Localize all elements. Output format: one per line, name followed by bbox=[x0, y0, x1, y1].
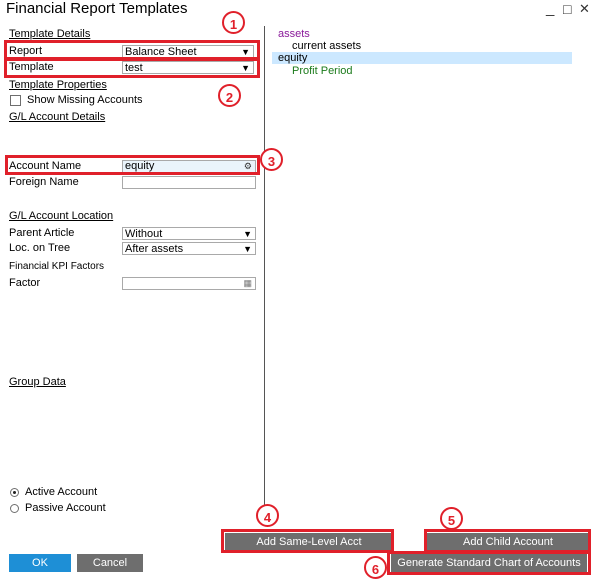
show-missing-label: Show Missing Accounts bbox=[27, 94, 143, 106]
passive-account-label: Passive Account bbox=[25, 502, 106, 514]
ok-button[interactable]: OK bbox=[9, 554, 71, 572]
highlight-box-report bbox=[4, 40, 260, 60]
loc-on-tree-label: Loc. on Tree bbox=[9, 242, 71, 254]
chevron-down-icon: ▼ bbox=[243, 229, 252, 239]
annotation-badge-6: 6 bbox=[364, 556, 387, 579]
show-missing-checkbox[interactable] bbox=[10, 95, 21, 106]
loc-on-tree-value: After assets bbox=[125, 243, 184, 255]
panel-divider[interactable] bbox=[264, 26, 265, 526]
factor-input[interactable]: ▦ bbox=[122, 277, 256, 290]
tree-selection-highlight bbox=[272, 52, 572, 64]
tree-item-profit-period[interactable]: Profit Period bbox=[292, 65, 353, 77]
annotation-badge-1: 1 bbox=[222, 11, 245, 34]
passive-account-radio[interactable] bbox=[10, 504, 19, 513]
highlight-box-template bbox=[4, 58, 260, 78]
chevron-down-icon: ▼ bbox=[243, 244, 252, 254]
calculator-icon[interactable]: ▦ bbox=[243, 278, 252, 289]
annotation-badge-5: 5 bbox=[440, 507, 463, 530]
parent-article-value: Without bbox=[125, 228, 163, 240]
gl-account-details-heading: G/L Account Details bbox=[9, 111, 106, 123]
annotation-badge-3: 3 bbox=[260, 148, 283, 171]
foreign-name-label: Foreign Name bbox=[9, 176, 79, 188]
tree-item-assets[interactable]: assets bbox=[278, 28, 310, 40]
annotation-badge-4: 4 bbox=[256, 504, 279, 527]
gl-account-location-heading: G/L Account Location bbox=[9, 210, 114, 222]
highlight-box-same-level bbox=[221, 529, 394, 553]
maximize-icon[interactable]: □ bbox=[563, 1, 571, 17]
highlight-box-generate bbox=[387, 551, 591, 575]
active-account-radio[interactable] bbox=[10, 488, 19, 497]
parent-article-select[interactable]: Without ▼ bbox=[122, 227, 256, 240]
active-account-label: Active Account bbox=[25, 486, 98, 498]
template-properties-heading: Template Properties bbox=[9, 79, 107, 91]
close-icon[interactable]: ✕ bbox=[579, 1, 590, 17]
tree-item-current-assets[interactable]: current assets bbox=[292, 40, 361, 52]
group-data-heading: Group Data bbox=[9, 376, 66, 388]
loc-on-tree-select[interactable]: After assets ▼ bbox=[122, 242, 256, 255]
kpi-factors-heading: Financial KPI Factors bbox=[9, 261, 105, 272]
template-details-heading: Template Details bbox=[9, 28, 91, 40]
tree-item-equity[interactable]: equity bbox=[278, 52, 307, 64]
highlight-box-child bbox=[424, 529, 591, 553]
foreign-name-input[interactable] bbox=[122, 176, 256, 189]
minimize-icon[interactable]: _ bbox=[546, 0, 554, 17]
annotation-badge-2: 2 bbox=[218, 84, 241, 107]
factor-label: Factor bbox=[9, 277, 41, 289]
highlight-box-account-name bbox=[5, 155, 260, 175]
cancel-button[interactable]: Cancel bbox=[77, 554, 143, 572]
parent-article-label: Parent Article bbox=[9, 227, 75, 239]
window-title: Financial Report Templates bbox=[6, 0, 188, 17]
